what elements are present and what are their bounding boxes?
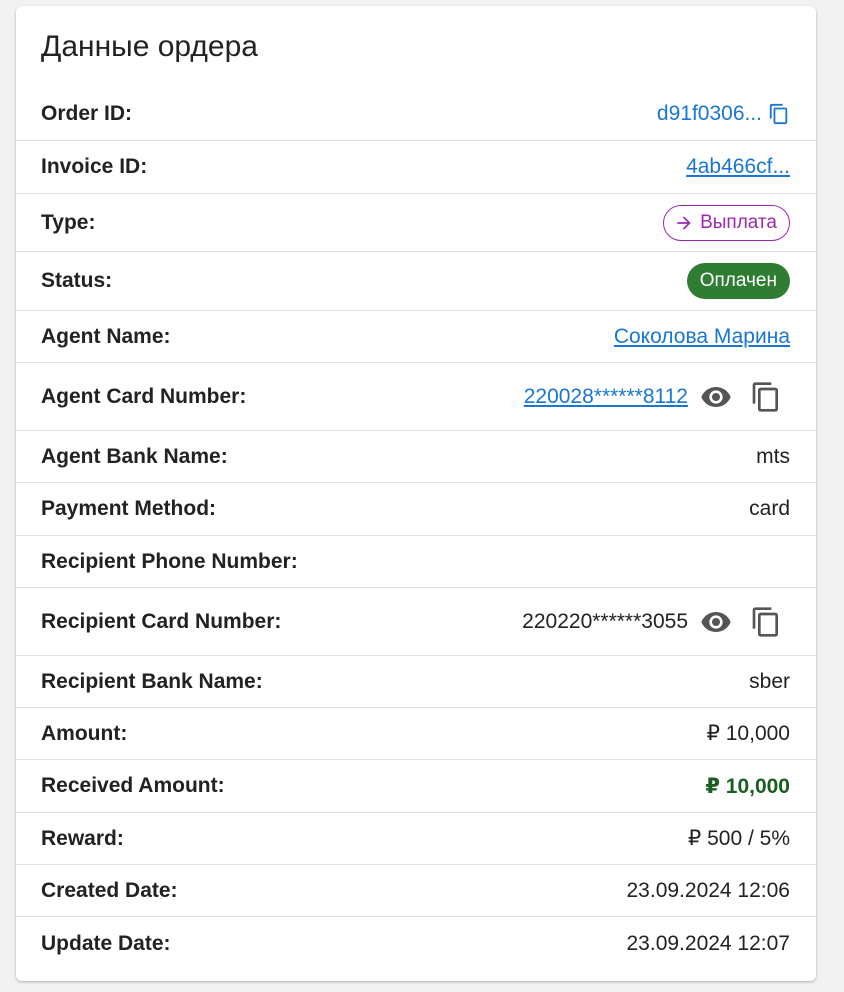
payment-method-label: Payment Method:	[41, 497, 217, 520]
type-chip-text: Выплата	[700, 211, 777, 233]
recipient-bank-value: sber	[749, 669, 790, 693]
agent-card-link[interactable]: 220028******8112	[524, 385, 688, 409]
row-created-date: Created Date: 23.09.2024 12:06	[16, 865, 816, 917]
type-chip: Выплата	[663, 204, 790, 241]
invoice-id-label: Invoice ID:	[41, 155, 148, 178]
received-amount-value: ₽ 10,000	[705, 774, 790, 798]
eye-icon[interactable]	[700, 381, 732, 413]
update-date-value: 23.09.2024 12:07	[626, 932, 791, 955]
row-amount: Amount: ₽ 10,000	[16, 708, 816, 760]
recipient-phone-label: Recipient Phone Number:	[41, 549, 298, 573]
agent-name-label: Agent Name:	[41, 324, 171, 348]
created-date-label: Created Date:	[41, 878, 178, 902]
row-recipient-card: Recipient Card Number: 220220******3055	[16, 588, 816, 656]
row-status: Status: Оплачен	[16, 252, 816, 311]
amount-label: Amount:	[41, 721, 128, 745]
created-date-value: 23.09.2024 12:06	[626, 878, 791, 902]
agent-bank-label: Agent Bank Name:	[41, 444, 228, 468]
row-invoice-id: Invoice ID: 4ab466cf...	[16, 141, 816, 194]
agent-bank-value: mts	[756, 444, 790, 468]
payment-method-value: card	[749, 497, 790, 520]
order-id-label: Order ID:	[41, 102, 133, 125]
status-badge: Оплачен	[686, 263, 790, 299]
reward-value: ₽ 500 / 5%	[687, 827, 790, 850]
row-agent-name: Agent Name: Соколова Марина	[16, 311, 816, 363]
copy-icon[interactable]	[750, 381, 782, 413]
order-id-value[interactable]: d91f0306...	[657, 102, 762, 126]
recipient-card-value-group: 220220******3055	[522, 606, 790, 638]
agent-name-link[interactable]: Соколова Марина	[614, 325, 790, 349]
amount-value: ₽ 10,000	[706, 722, 790, 745]
order-details-card: Данные ордера Order ID: d91f0306... Invo…	[16, 6, 816, 981]
copy-icon[interactable]	[750, 606, 782, 638]
card-title: Данные ордера	[41, 30, 258, 63]
type-label: Type:	[41, 210, 96, 234]
row-update-date: Update Date: 23.09.2024 12:07	[16, 917, 816, 971]
row-recipient-phone: Recipient Phone Number:	[16, 536, 816, 588]
row-type: Type: Выплата	[16, 194, 816, 252]
row-agent-card: Agent Card Number: 220028******8112	[16, 363, 816, 431]
agent-card-label: Agent Card Number:	[41, 384, 247, 408]
arrow-right-icon	[674, 213, 694, 233]
reward-label: Reward:	[41, 826, 124, 850]
row-recipient-bank: Recipient Bank Name: sber	[16, 656, 816, 708]
row-reward: Reward: ₽ 500 / 5%	[16, 813, 816, 865]
recipient-card-label: Recipient Card Number:	[41, 609, 282, 633]
update-date-label: Update Date:	[41, 932, 171, 955]
row-order-id: Order ID: d91f0306...	[16, 88, 816, 141]
received-amount-label: Received Amount:	[41, 774, 225, 797]
eye-icon[interactable]	[700, 606, 732, 638]
row-payment-method: Payment Method: card	[16, 483, 816, 536]
order-id-value-group: d91f0306...	[657, 102, 790, 126]
copy-icon[interactable]	[768, 103, 790, 125]
row-agent-bank: Agent Bank Name: mts	[16, 431, 816, 483]
row-received-amount: Received Amount: ₽ 10,000	[16, 760, 816, 813]
agent-card-value-group: 220028******8112	[524, 381, 790, 413]
recipient-card-value: 220220******3055	[522, 609, 688, 633]
recipient-bank-label: Recipient Bank Name:	[41, 669, 263, 693]
status-label: Status:	[41, 269, 113, 292]
invoice-id-link[interactable]: 4ab466cf...	[686, 155, 790, 179]
